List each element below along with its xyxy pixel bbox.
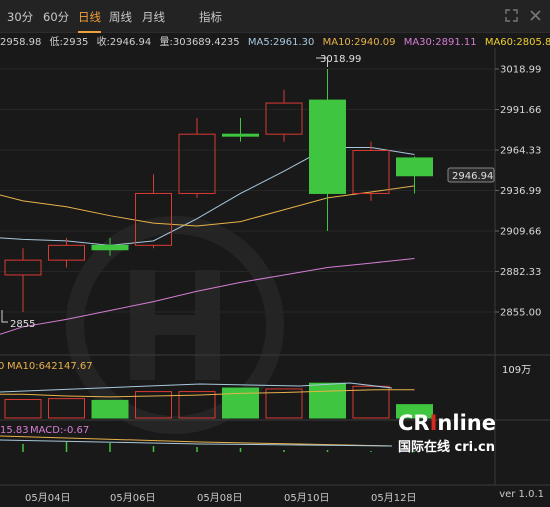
- volume-bar: [265, 388, 303, 419]
- volume-bar: [91, 399, 129, 419]
- macd-panel: [0, 435, 416, 452]
- candle-body: [265, 102, 303, 135]
- logo-brand-right: nline: [437, 411, 496, 435]
- macd-dea-label: 15.83: [0, 425, 29, 436]
- low-annotation: 2855: [10, 319, 35, 330]
- candle-up: [4, 248, 42, 312]
- candle-up: [178, 117, 216, 198]
- candle-down: [222, 117, 259, 142]
- candle-body: [352, 149, 390, 194]
- cri-online-logo: CRInline 国际在线 cri.cn: [398, 411, 496, 455]
- logo-subtitle: 国际在线 cri.cn: [398, 440, 495, 455]
- price-tick-label: 2991.66: [500, 105, 541, 116]
- candle-body: [4, 259, 42, 276]
- x-tick-label: 05月08日: [197, 493, 243, 504]
- x-tick-label: 05月12日: [371, 493, 417, 504]
- volume-bar: [352, 385, 390, 419]
- volume-bar: [309, 382, 346, 419]
- price-tick-label: 2936.99: [500, 186, 541, 197]
- volume-bar: [48, 398, 85, 419]
- candle-up: [265, 89, 303, 142]
- candle-body: [222, 133, 259, 137]
- volume-left-fragment: 0: [0, 361, 4, 372]
- x-tick-label: 05月06日: [110, 493, 156, 504]
- volume-bar: [222, 387, 259, 419]
- candle-body: [396, 157, 433, 177]
- macd-label: MACD:-0.67: [30, 425, 89, 436]
- candle-body: [48, 244, 85, 261]
- logo-brand-left: CR: [398, 411, 430, 435]
- high-annotation: 3018.99: [320, 54, 361, 65]
- current-price-label: 2946.94: [452, 171, 493, 182]
- price-tick-label: 2882.33: [500, 267, 541, 278]
- price-tick-label: 2909.66: [500, 227, 541, 238]
- candle-down: [309, 69, 346, 232]
- macd-dea-line: [0, 439, 393, 447]
- price-axis: 3018.99 2991.66 2964.33 2936.99 2909.66 2882.…: [495, 65, 541, 319]
- price-tick-label: 3018.99: [500, 65, 541, 76]
- ma10-line: [0, 185, 415, 227]
- volume-bar: [4, 399, 42, 419]
- volume-ma10-label: MA10:642147.67: [7, 361, 93, 372]
- price-tick-label: 2855.00: [500, 308, 541, 319]
- x-tick-label: 05月04日: [25, 493, 71, 504]
- kline-chart-widget: { "toolbar": { "tabs": [ {"label": "30分"…: [0, 0, 550, 507]
- candle-body: [178, 133, 216, 194]
- version-label: ver 1.0.1: [499, 489, 544, 500]
- volume-axis-label: 109万: [502, 365, 531, 376]
- candle-body: [309, 99, 346, 194]
- x-tick-label: 05月10日: [284, 493, 330, 504]
- price-tick-label: 2964.33: [500, 145, 541, 156]
- volume-ma10-line: [0, 389, 415, 398]
- candle-body: [91, 244, 129, 251]
